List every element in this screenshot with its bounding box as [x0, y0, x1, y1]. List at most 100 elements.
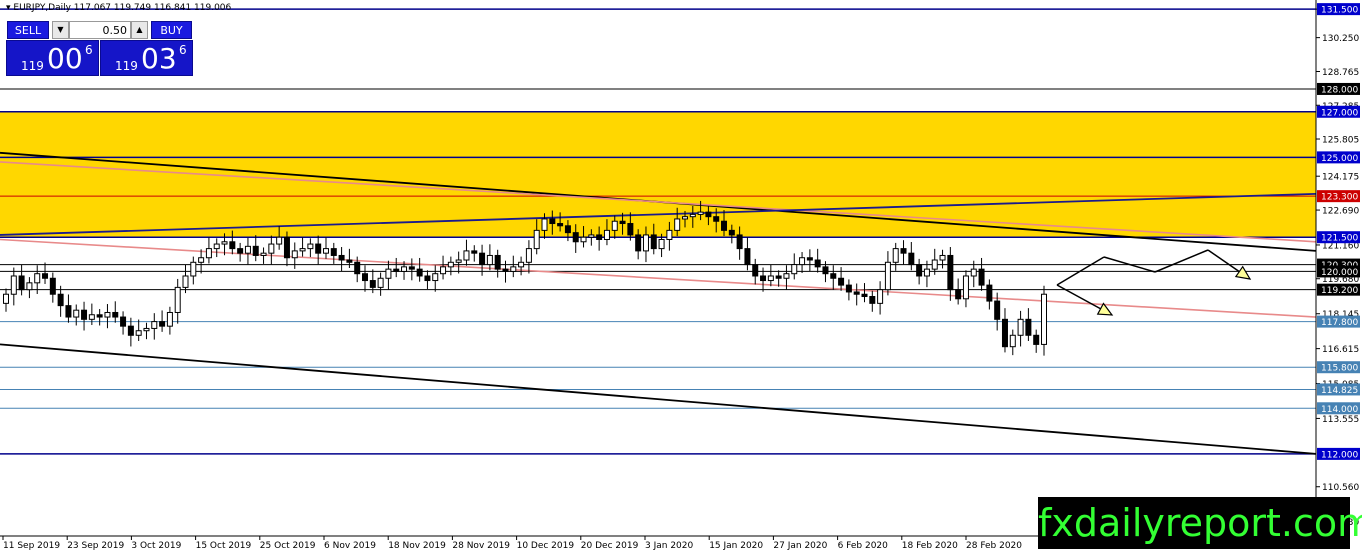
- candle-body: [549, 218, 556, 225]
- candle-body: [120, 316, 127, 327]
- candle-body: [923, 268, 930, 277]
- level-label-text: 115.800: [1321, 364, 1358, 374]
- candle-body: [572, 232, 579, 243]
- level-label: 120.000: [1317, 265, 1360, 278]
- candle-body: [744, 248, 751, 266]
- candle-body: [252, 245, 259, 256]
- sell-price-pipette: 6: [85, 43, 93, 57]
- candle-body: [533, 229, 540, 250]
- y-tick-label: 113.555: [1322, 415, 1359, 425]
- candle-body: [822, 266, 829, 275]
- candle-body: [18, 275, 25, 291]
- candle-body: [221, 241, 228, 245]
- chevron-down-icon: ▼: [57, 25, 64, 34]
- buy-price-quote[interactable]: 119 03 6: [100, 40, 193, 76]
- level-label: 127.000: [1317, 105, 1360, 118]
- x-tick-label: 23 Sep 2019: [67, 541, 124, 551]
- candle-body: [627, 223, 634, 236]
- level-label: 131.500: [1317, 3, 1360, 16]
- level-label: 117.800: [1317, 315, 1360, 328]
- sell-price-prefix: 119: [21, 59, 44, 73]
- candle-body: [494, 254, 501, 270]
- candle-body: [939, 254, 946, 261]
- candle-body: [986, 284, 993, 302]
- candle-body: [892, 248, 899, 263]
- x-tick-label: 15 Oct 2019: [196, 541, 252, 551]
- candle-body: [947, 254, 954, 291]
- level-label: 114.825: [1317, 383, 1360, 396]
- lot-decrease-button[interactable]: ▼: [52, 21, 69, 39]
- candle-body: [713, 216, 720, 222]
- y-tick-label: 130.250: [1322, 34, 1359, 44]
- x-tick-label: 15 Jan 2020: [709, 541, 763, 551]
- candle-body: [611, 220, 618, 231]
- candle-body: [650, 234, 657, 250]
- level-label-text: 127.000: [1321, 108, 1358, 118]
- price-chart[interactable]: 131.500130.250128.765127.285125.805124.1…: [0, 0, 1362, 554]
- time-axis: 11 Sep 2019 23 Sep 2019 3 Oct 2019 15 Oct 2…: [2, 536, 1022, 551]
- candle-body: [1001, 318, 1008, 348]
- candle-body: [229, 241, 236, 250]
- candle-body: [104, 311, 111, 318]
- candle-body: [525, 248, 532, 263]
- candle-body: [861, 293, 868, 298]
- candle-body: [970, 268, 977, 277]
- level-label-text: 125.000: [1321, 154, 1358, 164]
- x-tick-label: 25 Oct 2019: [260, 541, 316, 551]
- candle-body: [151, 321, 158, 329]
- candle-body: [666, 229, 673, 240]
- candle-body: [728, 229, 735, 236]
- buy-button[interactable]: BUY: [151, 21, 192, 39]
- level-label-text: 121.500: [1321, 234, 1358, 244]
- candle-body: [291, 250, 298, 259]
- candle-body: [127, 325, 134, 336]
- lot-size-input[interactable]: [69, 21, 131, 39]
- sell-price-quote[interactable]: 119 00 6: [6, 40, 99, 76]
- candle-body: [1009, 334, 1016, 348]
- candle-body: [510, 266, 517, 272]
- symbol-line: EURJPY,Daily 117.067 119.749 116.841 119…: [13, 3, 232, 13]
- candle-body: [760, 275, 767, 282]
- candle-body: [65, 305, 72, 318]
- candle-body: [736, 234, 743, 250]
- candle-body: [502, 268, 509, 272]
- level-label-text: 123.300: [1321, 193, 1358, 203]
- candle-body: [1033, 334, 1040, 345]
- candle-body: [642, 234, 649, 252]
- level-label-text: 114.825: [1321, 386, 1358, 396]
- candle-body: [962, 275, 969, 300]
- candle-body: [408, 266, 415, 270]
- candle-body: [307, 243, 314, 250]
- y-tick-label: 110.560: [1322, 483, 1359, 493]
- x-tick-label: 6 Nov 2019: [324, 541, 376, 551]
- y-tick-label: 124.175: [1322, 173, 1359, 183]
- candle-body: [486, 254, 493, 266]
- chart-background: [0, 0, 1316, 536]
- candle-body: [603, 229, 610, 240]
- candle-body: [369, 280, 376, 288]
- candle-body: [830, 273, 837, 279]
- sell-button[interactable]: SELL: [7, 21, 49, 39]
- level-label: 115.800: [1317, 361, 1360, 374]
- buy-price-prefix: 119: [115, 59, 138, 73]
- candle-body: [471, 250, 478, 254]
- buy-price-main: 03: [141, 42, 177, 75]
- symbol-dropdown-icon[interactable]: ▾: [6, 3, 11, 13]
- candle-body: [596, 234, 603, 240]
- candle-body: [268, 243, 275, 254]
- candle-body: [791, 264, 798, 275]
- candle-body: [588, 234, 595, 238]
- candle-body: [81, 309, 88, 320]
- candle-body: [674, 218, 681, 231]
- candle-body: [330, 248, 337, 256]
- lot-increase-button[interactable]: ▲: [131, 21, 148, 39]
- candle-body: [166, 311, 173, 327]
- candle-body: [705, 211, 712, 218]
- candle-body: [806, 257, 813, 261]
- candle-body: [681, 216, 688, 220]
- candle-body: [884, 261, 891, 291]
- x-tick-label: 3 Oct 2019: [131, 541, 181, 551]
- candle-body: [34, 273, 41, 284]
- candle-body: [174, 286, 181, 313]
- candle-body: [658, 238, 665, 250]
